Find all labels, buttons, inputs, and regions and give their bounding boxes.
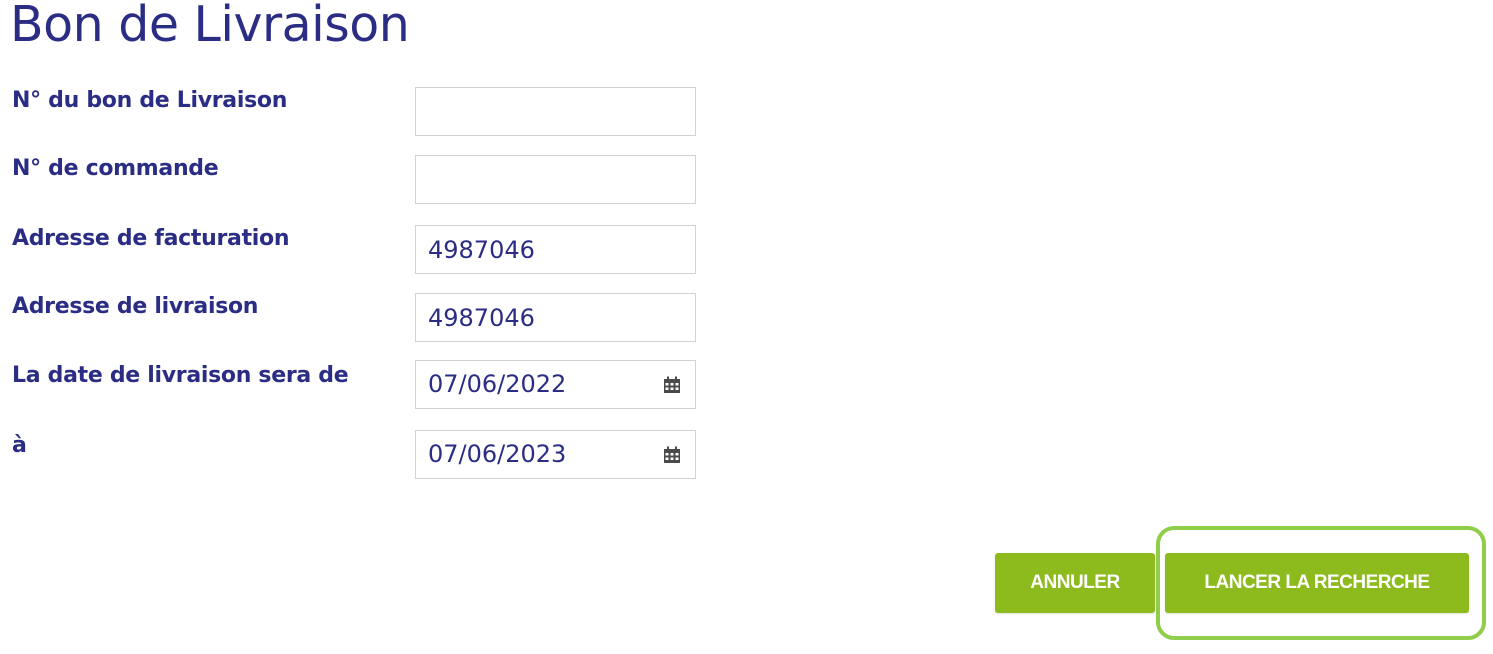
calendar-icon[interactable] [663,446,681,464]
delivery-address-input[interactable] [415,293,696,342]
delivery-address-label: Adresse de livraison [12,294,259,319]
page-title: Bon de Livraison [10,0,410,53]
calendar-icon[interactable] [663,376,681,394]
delivery-date-to-input[interactable]: 07/06/2023 [415,430,696,479]
delivery-date-to-label: à [12,433,27,458]
cancel-button[interactable]: ANNULER [995,553,1155,613]
delivery-date-from-input[interactable]: 07/06/2022 [415,360,696,409]
search-button[interactable]: LANCER LA RECHERCHE [1165,553,1469,613]
delivery-note-number-label: N° du bon de Livraison [12,88,288,113]
delivery-date-from-value: 07/06/2022 [428,370,567,398]
delivery-date-from-label: La date de livraison sera de [12,363,349,388]
billing-address-label: Adresse de facturation [12,226,290,251]
billing-address-input[interactable] [415,225,696,274]
delivery-note-number-input[interactable] [415,87,696,136]
delivery-date-to-value: 07/06/2023 [428,440,567,468]
order-number-input[interactable] [415,155,696,204]
order-number-label: N° de commande [12,156,219,181]
delivery-note-search-page: Bon de Livraison N° du bon de Livraison … [0,0,1493,654]
